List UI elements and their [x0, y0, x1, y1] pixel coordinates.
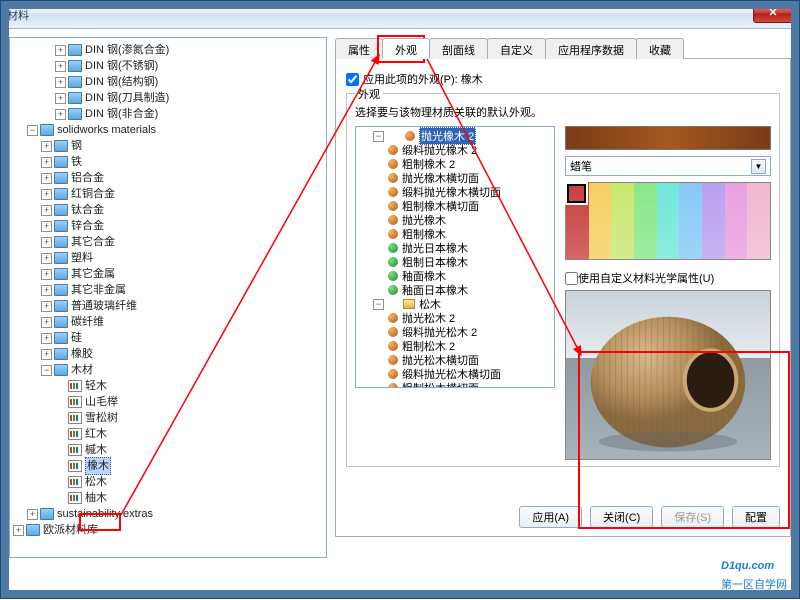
- apply-appearance-checkbox[interactable]: [346, 73, 359, 86]
- tab-4[interactable]: 应用程序数据: [545, 38, 637, 59]
- list-item[interactable]: 釉面日本橡木: [358, 283, 552, 297]
- tree-item[interactable]: +硅: [12, 330, 324, 346]
- palette-color[interactable]: [589, 183, 612, 259]
- titlebar[interactable]: 材料 ✕: [1, 1, 799, 29]
- tree-item[interactable]: 槭木: [12, 442, 324, 458]
- list-item[interactable]: 缎料抛光橡木 2: [358, 143, 552, 157]
- list-item[interactable]: 粗制松木 2: [358, 339, 552, 353]
- close-button[interactable]: 关闭(C): [590, 506, 653, 528]
- palette-color[interactable]: [725, 183, 748, 259]
- tree-item[interactable]: −木材: [12, 362, 324, 378]
- tab-bar: 属性外观剖面线自定义应用程序数据收藏: [335, 37, 791, 59]
- close-icon[interactable]: ✕: [753, 5, 793, 23]
- palette-combo[interactable]: 蜡笔 ▼: [565, 156, 771, 176]
- tab-5[interactable]: 收藏: [636, 38, 684, 59]
- tree-item[interactable]: +碳纤维: [12, 314, 324, 330]
- window-title: 材料: [7, 7, 29, 23]
- tree-item[interactable]: +普通玻璃纤维: [12, 298, 324, 314]
- tree-item[interactable]: +红铜合金: [12, 186, 324, 202]
- right-panel: 属性外观剖面线自定义应用程序数据收藏 应用此项的外观(P): 橡木 外观 选择要…: [335, 37, 791, 558]
- tree-item[interactable]: +其它金属: [12, 266, 324, 282]
- list-item[interactable]: 釉面橡木: [358, 269, 552, 283]
- tab-1[interactable]: 外观: [382, 38, 430, 59]
- button-row: 应用(A) 关闭(C) 保存(S) 配置: [336, 506, 780, 528]
- palette-color[interactable]: [634, 183, 657, 259]
- tab-0[interactable]: 属性: [335, 38, 383, 59]
- tree-item[interactable]: +DIN 钢(结构钢): [12, 74, 324, 90]
- list-item[interactable]: 缎料抛光松木 2: [358, 325, 552, 339]
- tree-item[interactable]: +铝合金: [12, 170, 324, 186]
- tree-item[interactable]: +钢: [12, 138, 324, 154]
- material-preview: [565, 290, 771, 460]
- list-item[interactable]: 粗制日本橡木: [358, 255, 552, 269]
- tree-item[interactable]: 山毛榉: [12, 394, 324, 410]
- palette-color[interactable]: [747, 183, 770, 259]
- group-legend: 外观: [355, 86, 383, 102]
- list-item[interactable]: 粗制松木横切面: [358, 381, 552, 388]
- tree-item[interactable]: 红木: [12, 426, 324, 442]
- list-item[interactable]: 粗制橡木: [358, 227, 552, 241]
- tree-item[interactable]: +铁: [12, 154, 324, 170]
- tree-item[interactable]: +DIN 钢(不锈钢): [12, 58, 324, 74]
- list-item[interactable]: 粗制橡木 2: [358, 157, 552, 171]
- group-description: 选择要与该物理材质关联的默认外观。: [355, 104, 771, 120]
- tree-item[interactable]: +其它非金属: [12, 282, 324, 298]
- tree-item[interactable]: +塑料: [12, 250, 324, 266]
- tree-item[interactable]: −solidworks materials: [12, 122, 324, 138]
- tree-item[interactable]: 橡木: [12, 458, 324, 474]
- tree-item[interactable]: +橡胶: [12, 346, 324, 362]
- list-item[interactable]: 缎料抛光橡木横切面: [358, 185, 552, 199]
- color-swatch[interactable]: [565, 126, 771, 150]
- color-palette[interactable]: [565, 182, 771, 260]
- tab-2[interactable]: 剖面线: [429, 38, 488, 59]
- list-item[interactable]: 抛光橡木横切面: [358, 171, 552, 185]
- custom-optical-label: 使用自定义材料光学属性(U): [578, 270, 714, 286]
- list-item[interactable]: 抛光松木横切面: [358, 353, 552, 367]
- content: +DIN 钢(渗氮合金) +DIN 钢(不锈钢) +DIN 钢(结构钢) +DI…: [1, 29, 799, 562]
- palette-color[interactable]: [679, 183, 702, 259]
- tree-item[interactable]: 松木: [12, 474, 324, 490]
- tree-item[interactable]: +锌合金: [12, 218, 324, 234]
- palette-color[interactable]: [657, 183, 680, 259]
- material-tree[interactable]: +DIN 钢(渗氮合金) +DIN 钢(不锈钢) +DIN 钢(结构钢) +DI…: [9, 37, 327, 558]
- tree-item[interactable]: +其它合金: [12, 234, 324, 250]
- palette-color[interactable]: [702, 183, 725, 259]
- palette-selection-indicator: [567, 184, 586, 203]
- save-button[interactable]: 保存(S): [661, 506, 724, 528]
- tree-item[interactable]: +DIN 钢(非合金): [12, 106, 324, 122]
- list-item[interactable]: 抛光橡木: [358, 213, 552, 227]
- tree-item[interactable]: +DIN 钢(刀具制造): [12, 90, 324, 106]
- appearance-group: 外观 选择要与该物理材质关联的默认外观。 −抛光橡木 2缎料抛光橡木 2粗制橡木…: [346, 93, 780, 467]
- appearance-pane: 应用此项的外观(P): 橡木 外观 选择要与该物理材质关联的默认外观。 −抛光橡…: [335, 59, 791, 537]
- tree-item[interactable]: 柚木: [12, 490, 324, 506]
- list-item[interactable]: 抛光松木 2: [358, 311, 552, 325]
- apply-appearance-label: 应用此项的外观(P): 橡木: [363, 71, 483, 87]
- tree-item[interactable]: 轻木: [12, 378, 324, 394]
- config-button[interactable]: 配置: [732, 506, 780, 528]
- right-column: 蜡笔 ▼ 使用自定义材料光学属性(U): [565, 126, 771, 460]
- appearance-list[interactable]: −抛光橡木 2缎料抛光橡木 2粗制橡木 2抛光橡木横切面缎料抛光橡木横切面粗制橡…: [355, 126, 555, 388]
- material-dialog: 材料 ✕ +DIN 钢(渗氮合金) +DIN 钢(不锈钢) +DIN 钢(结构钢…: [0, 0, 800, 599]
- list-item[interactable]: 缎料抛光松木横切面: [358, 367, 552, 381]
- list-item[interactable]: −松木: [358, 297, 552, 311]
- tree-item[interactable]: +sustainability extras: [12, 506, 324, 522]
- chevron-down-icon[interactable]: ▼: [751, 159, 766, 174]
- custom-optical-checkbox[interactable]: [565, 272, 578, 285]
- tree-item[interactable]: +欧派材料库: [12, 522, 324, 538]
- tree-item[interactable]: 雪松树: [12, 410, 324, 426]
- palette-color[interactable]: [611, 183, 634, 259]
- combo-value: 蜡笔: [570, 158, 592, 174]
- tree-item[interactable]: +钛合金: [12, 202, 324, 218]
- list-item[interactable]: 抛光日本橡木: [358, 241, 552, 255]
- tab-3[interactable]: 自定义: [487, 38, 546, 59]
- tree-item[interactable]: +DIN 钢(渗氮合金): [12, 42, 324, 58]
- apply-button[interactable]: 应用(A): [519, 506, 582, 528]
- list-item[interactable]: −抛光橡木 2: [358, 129, 552, 143]
- list-item[interactable]: 粗制橡木横切面: [358, 199, 552, 213]
